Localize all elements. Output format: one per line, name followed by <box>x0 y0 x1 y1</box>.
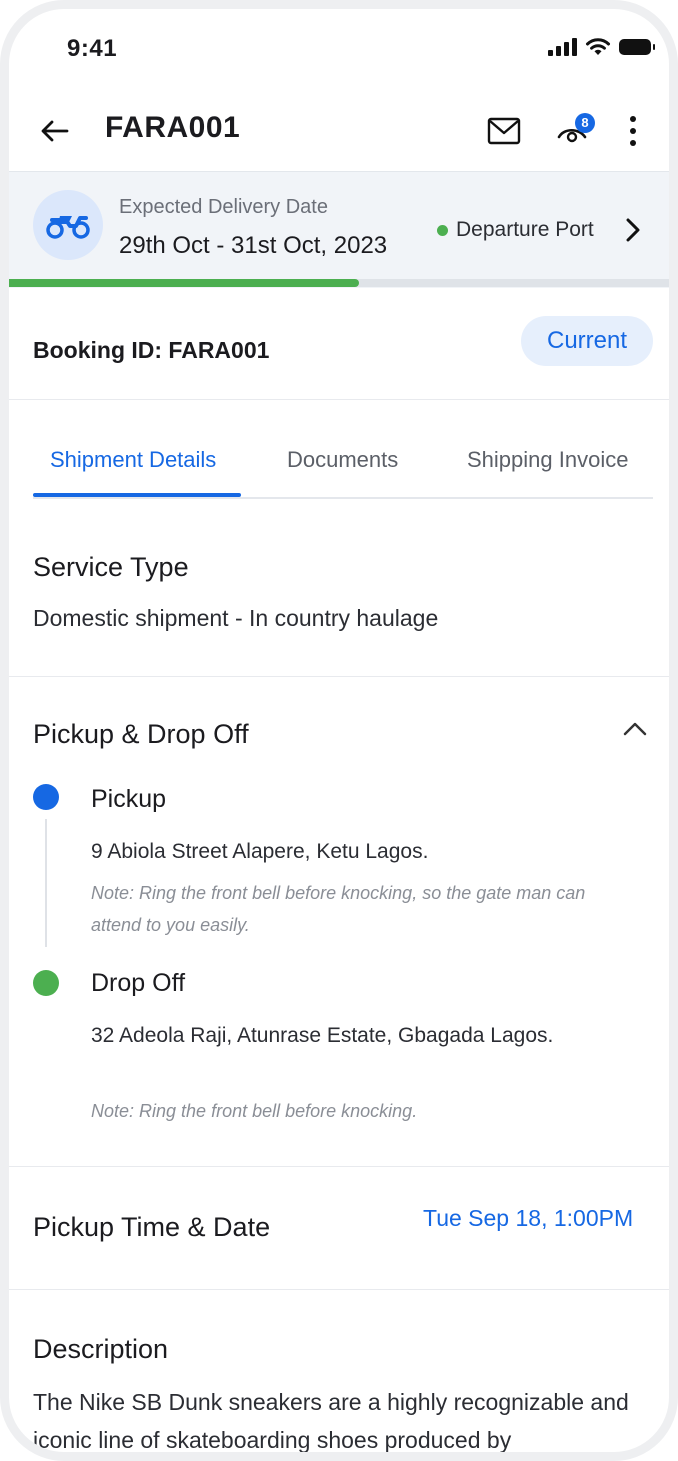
signal-icon <box>548 38 577 56</box>
tab-bar: Shipment Details Documents Shipping Invo… <box>33 429 653 499</box>
description-title: Description <box>33 1334 169 1364</box>
motorcycle-icon <box>33 190 103 260</box>
active-tab-indicator <box>33 493 241 497</box>
pickup-time-value[interactable]: Tue Sep 18, 1:00PM <box>423 1205 633 1232</box>
chevron-right-icon[interactable] <box>623 216 643 244</box>
shipment-status-label: Departure Port <box>456 218 594 241</box>
back-arrow-icon[interactable] <box>35 111 75 151</box>
expected-delivery-label: Expected Delivery Date <box>119 196 328 218</box>
mail-icon[interactable] <box>487 117 521 145</box>
app-header: FARA001 8 <box>9 97 669 169</box>
dropoff-note: Note: Ring the front bell before knockin… <box>91 1101 418 1121</box>
tab-documents[interactable]: Documents <box>287 447 398 473</box>
description-text: The Nike SB Dunk sneakers are a highly r… <box>33 1389 629 1453</box>
divider <box>9 1289 669 1290</box>
wifi-icon <box>586 38 610 55</box>
delivery-banner[interactable]: Expected Delivery Date 29th Oct - 31st O… <box>9 171 669 288</box>
timeline-connector <box>45 819 47 947</box>
status-time: 9:41 <box>67 35 118 62</box>
status-badge: Current <box>521 316 653 366</box>
pickup-note: Note: Ring the front bell before knockin… <box>91 883 586 935</box>
status-dot <box>437 224 448 236</box>
tab-shipment-details[interactable]: Shipment Details <box>50 447 216 473</box>
service-type-value: Domestic shipment - In country haulage <box>33 605 439 631</box>
pickup-address: 9 Abiola Street Alapere, Ketu Lagos. <box>91 840 429 863</box>
battery-icon <box>619 39 655 55</box>
phone-frame: 9:41 FARA001 8 Expected Delivery Date 29… <box>0 0 678 1461</box>
service-type-title: Service Type <box>33 552 189 582</box>
tab-shipping-invoice[interactable]: Shipping Invoice <box>467 447 628 473</box>
pickup-dropoff-title: Pickup & Drop Off <box>33 719 249 749</box>
notification-badge: 8 <box>575 113 595 133</box>
booking-id: Booking ID: FARA001 <box>33 337 270 363</box>
screen: 9:41 FARA001 8 Expected Delivery Date 29… <box>9 9 669 1452</box>
dropoff-label: Drop Off <box>91 969 186 997</box>
pickup-time-title: Pickup Time & Date <box>33 1212 271 1242</box>
delivery-progress-bar <box>9 279 669 287</box>
expected-delivery-date: 29th Oct - 31st Oct, 2023 <box>119 232 388 259</box>
pickup-dot <box>33 784 59 810</box>
status-icons <box>548 37 655 57</box>
shipment-status: Departure Port <box>437 218 594 242</box>
page-title: FARA001 <box>105 111 241 144</box>
status-bar: 9:41 <box>9 9 669 89</box>
divider <box>9 1166 669 1167</box>
more-options-icon[interactable] <box>621 113 645 149</box>
divider <box>9 399 669 400</box>
pickup-label: Pickup <box>91 785 167 813</box>
divider <box>9 676 669 677</box>
chevron-up-icon[interactable] <box>621 719 649 739</box>
dropoff-address: 32 Adeola Raji, Atunrase Estate, Gbagada… <box>91 1024 554 1047</box>
delivery-progress-fill <box>9 279 359 287</box>
dropoff-dot <box>33 970 59 996</box>
